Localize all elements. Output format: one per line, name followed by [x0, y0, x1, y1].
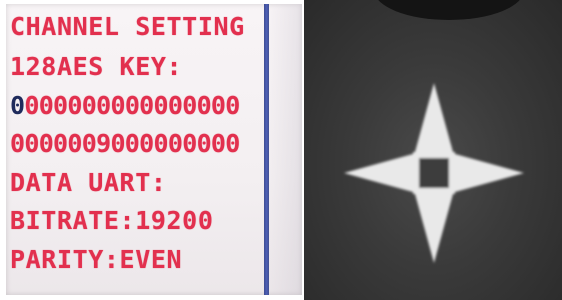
dpad-down-button[interactable]: [415, 194, 453, 263]
dpad-left-button[interactable]: [344, 154, 413, 192]
keypad-photo: [304, 0, 562, 300]
lcd-cursor[interactable]: 0: [10, 91, 25, 121]
lcd-screen: CHANNEL SETTING 128AES KEY: 000000000000…: [6, 4, 302, 295]
lcd-uart-label: DATA UART:: [10, 168, 167, 197]
dpad-center-button[interactable]: [419, 158, 449, 188]
directional-pad-icon: [344, 83, 524, 263]
dpad-right-button[interactable]: [455, 154, 524, 192]
lcd-key-label: 128AES KEY:: [10, 52, 183, 81]
lcd-bitrate: BITRATE:19200: [10, 206, 214, 235]
dpad-up-button[interactable]: [415, 83, 453, 152]
lcd-key-row-2: 0000009000000000: [10, 129, 240, 158]
lcd-key-row-1[interactable]: 0000000000000000: [10, 91, 240, 121]
dark-knob-shape: [374, 0, 524, 20]
lcd-parity: PARITY:EVEN: [10, 245, 183, 274]
composite-screenshot: CHANNEL SETTING 128AES KEY: 000000000000…: [0, 0, 562, 300]
lcd-glare: [266, 4, 302, 295]
lcd-title: CHANNEL SETTING: [10, 12, 245, 41]
lcd-key-row-1-value: 000000000000000: [24, 91, 240, 120]
